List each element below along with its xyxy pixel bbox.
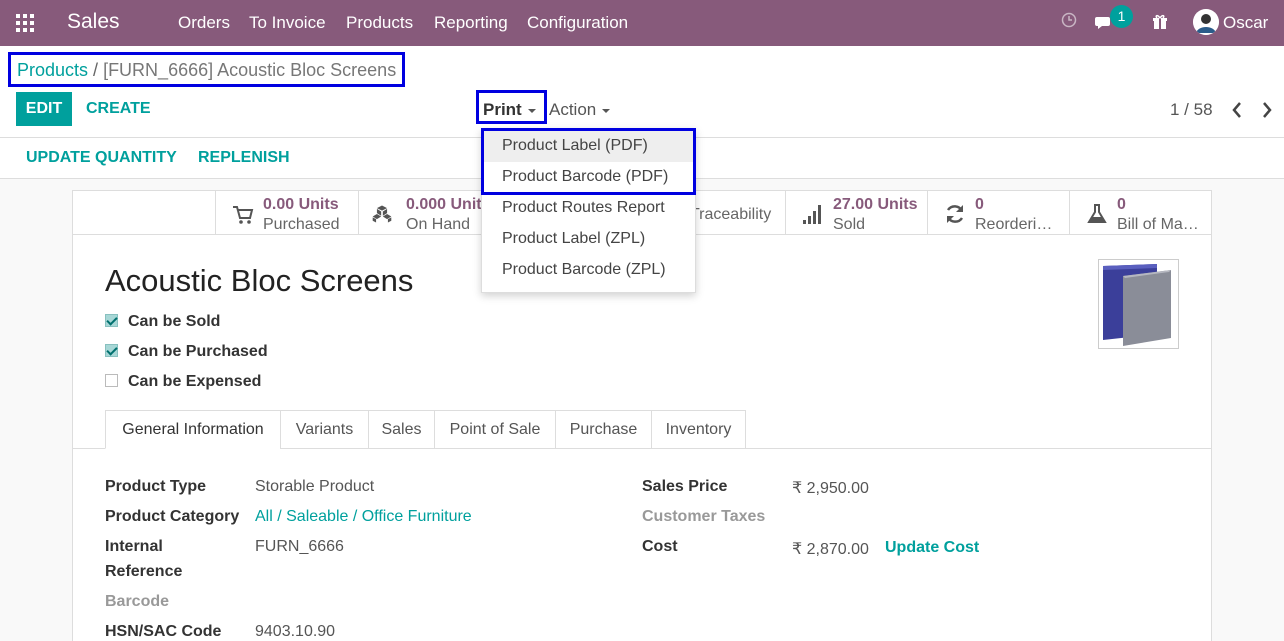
gift-icon[interactable]	[1152, 14, 1168, 30]
can-be-purchased-label: Can be Purchased	[128, 343, 268, 360]
pager-previous-icon[interactable]	[1229, 100, 1245, 120]
internal-reference-label: Internal	[105, 538, 163, 555]
tab-inventory[interactable]: Inventory	[651, 410, 746, 449]
smart-reordering-value: 0	[975, 196, 984, 213]
top-navbar: Sales Orders To Invoice Products Reporti…	[0, 0, 1284, 46]
cart-icon	[233, 206, 254, 224]
cost-value[interactable]: ₹ 2,870.00	[792, 539, 869, 559]
print-dropdown-button[interactable]: Print	[476, 90, 547, 124]
smart-reordering-label: Reordering Rules	[975, 216, 1061, 233]
messages-badge: 1	[1110, 5, 1133, 28]
barcode-label: Barcode	[105, 593, 170, 610]
print-product-barcode-zpl[interactable]: Product Barcode (ZPL)	[502, 261, 666, 279]
print-label: Print	[483, 100, 522, 119]
tab-general-information[interactable]: General Information	[105, 410, 281, 449]
product-image[interactable]	[1098, 259, 1179, 349]
product-category-link[interactable]: All / Saleable / Office Furniture	[255, 508, 472, 526]
smart-button-purchased[interactable]: 0.00 Units Purchased	[215, 191, 358, 235]
highlight-box	[481, 128, 696, 195]
customer-taxes-label: Customer Taxes	[642, 508, 766, 525]
smart-sold-label: Sold	[833, 216, 866, 233]
action-dropdown-button[interactable]: Action	[549, 100, 611, 120]
cost-label: Cost	[642, 538, 678, 555]
breadcrumb-separator: /	[93, 60, 99, 80]
cubes-icon	[372, 205, 392, 223]
user-name[interactable]: Oscar	[1223, 13, 1268, 33]
edit-button[interactable]: EDIT	[16, 92, 72, 126]
chevron-down-icon	[527, 108, 536, 113]
apps-menu-icon[interactable]	[16, 14, 34, 32]
smart-bom-label: Bill of Materials	[1117, 216, 1203, 233]
smart-traceability-label: Traceability	[690, 206, 772, 223]
hsn-code-value[interactable]: 9403.10.90	[255, 623, 335, 641]
update-cost-button[interactable]: Update Cost	[885, 539, 979, 557]
chevron-down-icon	[602, 108, 611, 113]
refresh-icon	[946, 205, 964, 223]
internal-reference-label-line2: Reference	[105, 563, 183, 580]
user-avatar[interactable]	[1193, 9, 1219, 35]
product-type-value[interactable]: Storable Product	[255, 478, 374, 496]
menu-orders[interactable]: Orders	[178, 13, 230, 33]
menu-products[interactable]: Products	[346, 13, 413, 33]
can-be-expensed-checkbox[interactable]	[105, 374, 118, 387]
print-product-label-zpl[interactable]: Product Label (ZPL)	[502, 230, 645, 248]
smart-button-sold[interactable]: 27.00 Units Sold	[785, 191, 928, 235]
activity-clock-icon[interactable]	[1061, 12, 1077, 28]
smart-button-bom[interactable]: 0 Bill of Materials	[1069, 191, 1211, 235]
smart-sold-value: 27.00 Units	[833, 196, 918, 213]
tab-sales[interactable]: Sales	[368, 410, 435, 449]
can-be-sold-label: Can be Sold	[128, 313, 221, 330]
breadcrumb-products-link[interactable]: Products	[17, 60, 88, 80]
menu-reporting[interactable]: Reporting	[434, 13, 508, 33]
tab-variants[interactable]: Variants	[280, 410, 369, 449]
menu-configuration[interactable]: Configuration	[527, 13, 628, 33]
flask-icon	[1087, 204, 1107, 223]
smart-purchased-value: 0.00 Units	[263, 196, 339, 213]
breadcrumb-current: [FURN_6666] Acoustic Bloc Screens	[103, 60, 397, 80]
tab-purchase[interactable]: Purchase	[555, 410, 652, 449]
smart-purchased-label: Purchased	[263, 216, 340, 233]
replenish-button[interactable]: REPLENISH	[198, 149, 290, 167]
breadcrumb: Products / [FURN_6666] Acoustic Bloc Scree…	[8, 52, 405, 87]
internal-reference-value[interactable]: FURN_6666	[255, 538, 344, 556]
app-title[interactable]: Sales	[67, 10, 120, 34]
tab-point-of-sale[interactable]: Point of Sale	[434, 410, 556, 449]
smart-on-hand-label: On Hand	[406, 216, 471, 233]
sales-price-value[interactable]: ₹ 2,950.00	[792, 478, 869, 498]
pager-value[interactable]: 1 / 58	[1170, 100, 1213, 120]
smart-bom-value: 0	[1117, 196, 1126, 213]
hsn-code-label: HSN/SAC Code	[105, 623, 222, 640]
smart-on-hand-value: 0.000 Units	[406, 196, 491, 213]
product-title: Acoustic Bloc Screens	[105, 263, 414, 298]
pager-next-icon[interactable]	[1259, 100, 1275, 120]
can-be-purchased-checkbox[interactable]	[105, 344, 118, 357]
update-quantity-button[interactable]: UPDATE QUANTITY	[26, 149, 177, 167]
print-product-routes-report[interactable]: Product Routes Report	[502, 199, 665, 217]
can-be-sold-checkbox[interactable]	[105, 314, 118, 327]
product-type-label: Product Type	[105, 478, 207, 495]
smart-button-on-hand[interactable]: 0.000 Units On Hand	[358, 191, 490, 235]
sales-price-label: Sales Price	[642, 478, 728, 495]
product-category-label: Product Category	[105, 508, 240, 525]
action-label: Action	[549, 100, 597, 119]
smart-button-reordering[interactable]: 0 Reordering Rules	[927, 191, 1070, 235]
create-button[interactable]: CREATE	[86, 100, 151, 118]
signal-icon	[803, 205, 821, 224]
can-be-expensed-label: Can be Expensed	[128, 373, 262, 390]
menu-to-invoice[interactable]: To Invoice	[249, 13, 326, 33]
